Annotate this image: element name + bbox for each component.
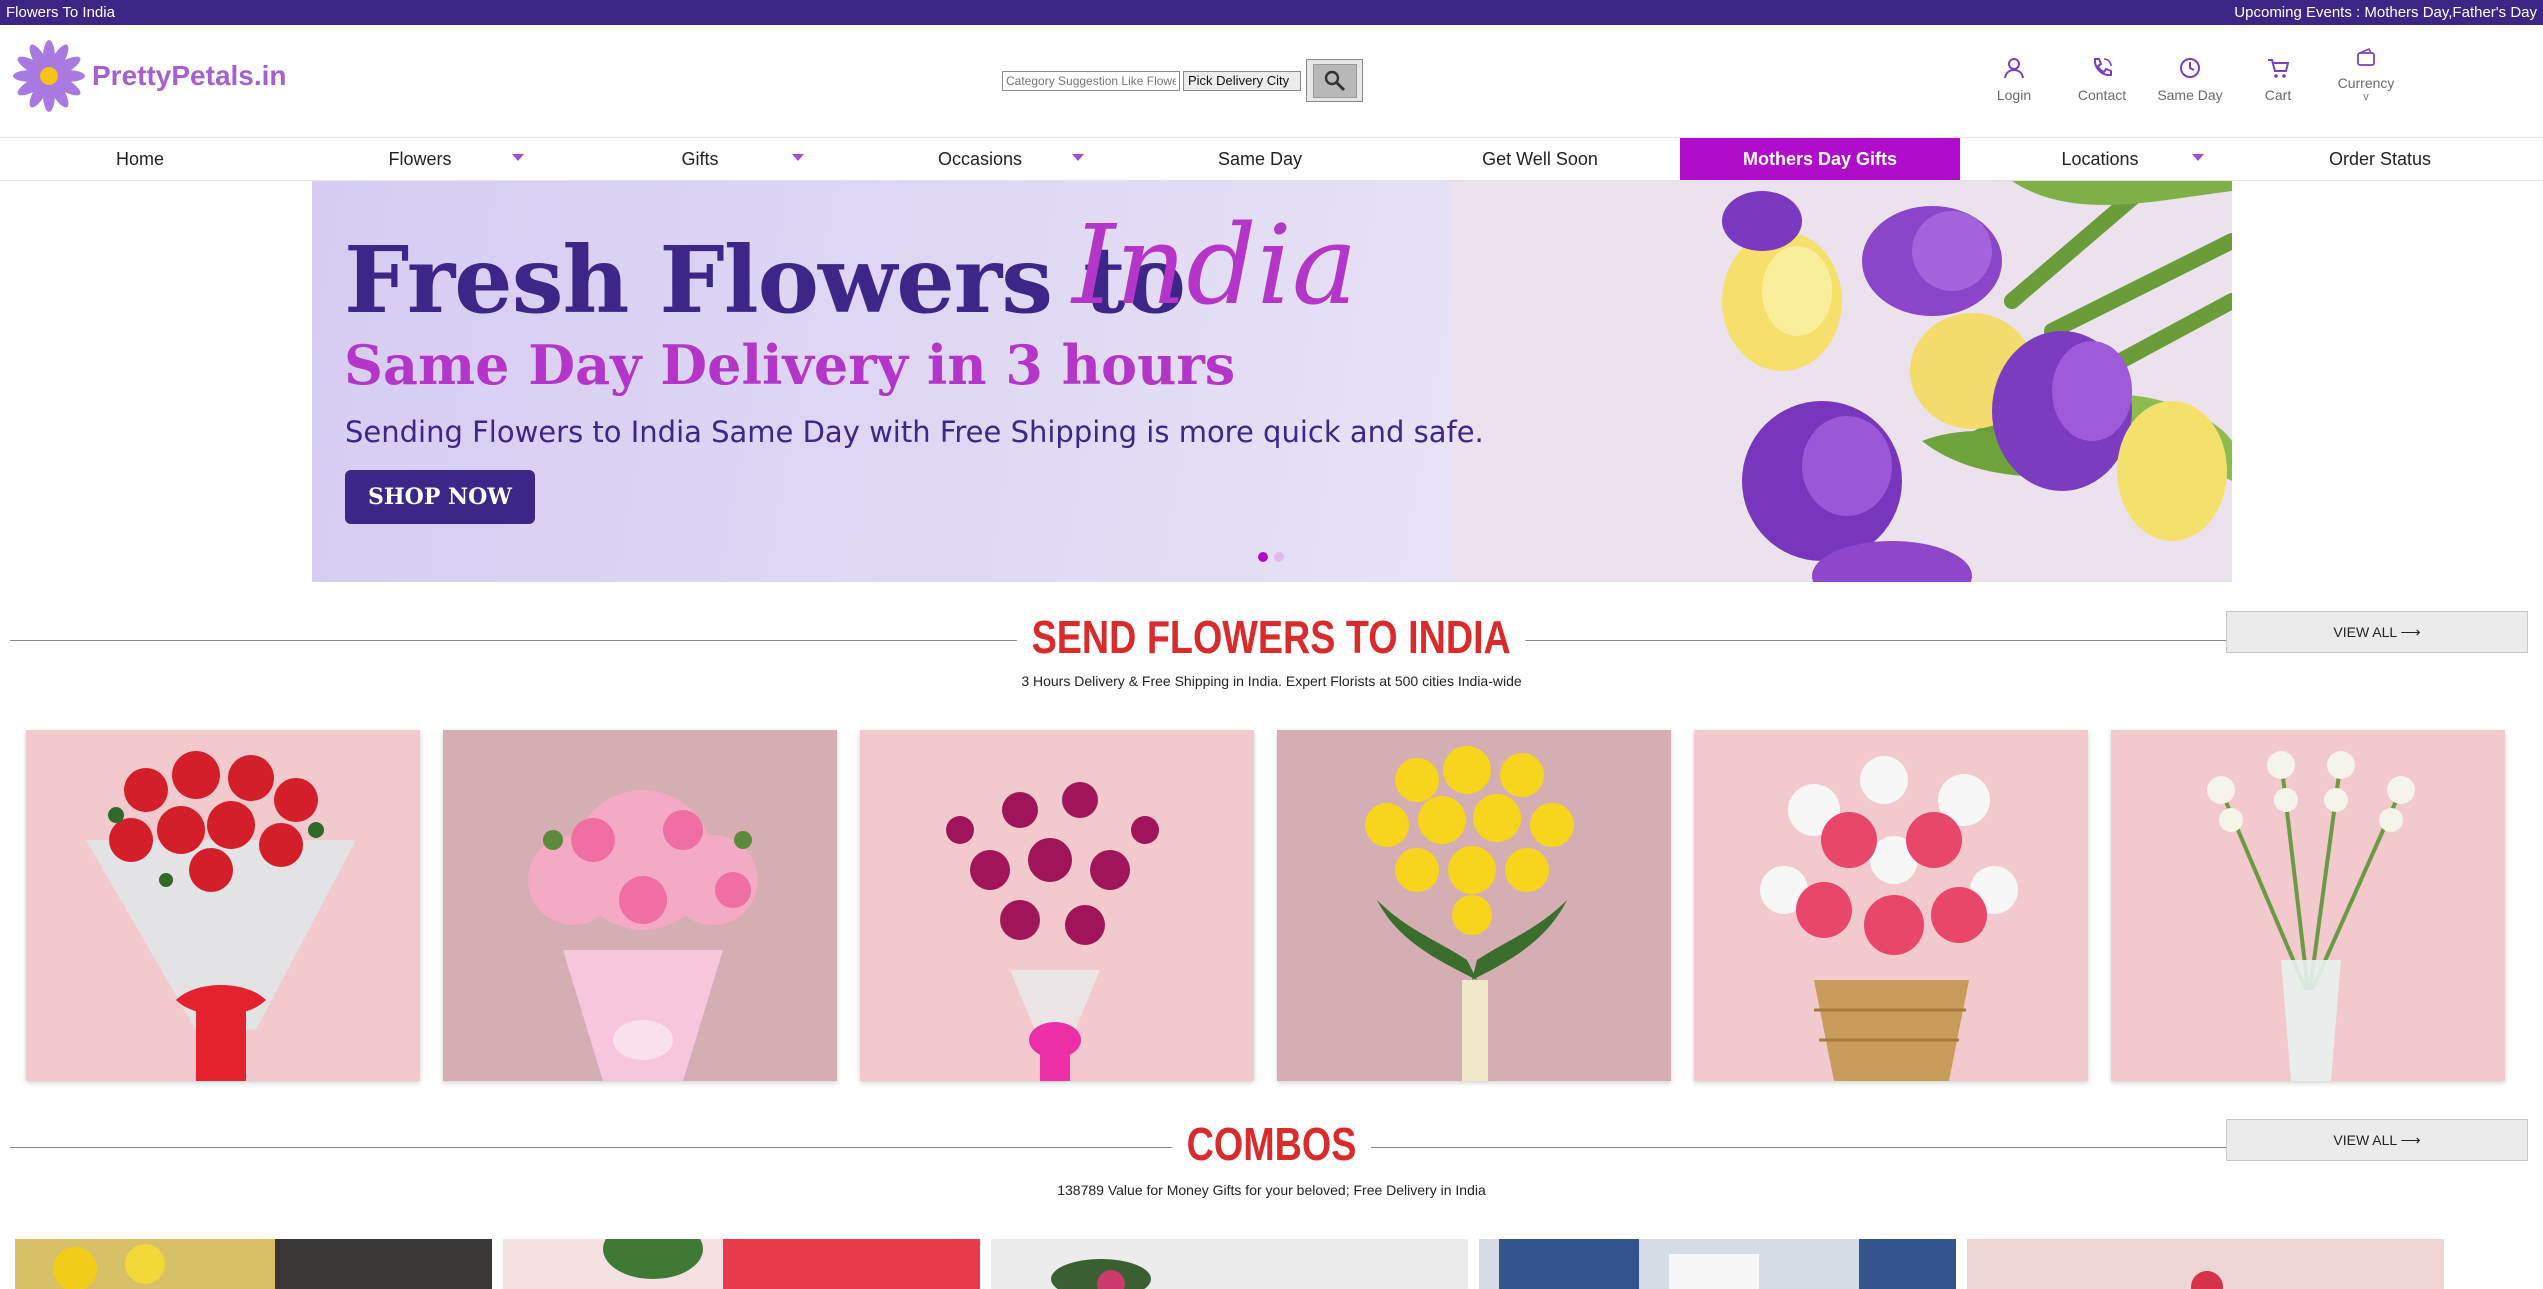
hero-title: Fresh Flowers to	[344, 226, 1186, 334]
nav-flowers[interactable]: Flowers	[280, 138, 560, 180]
hero-banner[interactable]: Fresh Flowers to India Same Day Delivery…	[312, 181, 2232, 582]
phone-icon	[2093, 58, 2112, 77]
carousel-dot-active[interactable]	[1258, 552, 1268, 562]
same-day-label: Same Day	[2157, 87, 2223, 103]
view-all-combos-button[interactable]: VIEW ALL ⟶	[2226, 1119, 2528, 1161]
search-bar: Pick Delivery City	[1002, 59, 1363, 102]
section-subtitle-combos: 138789 Value for Money Gifts for your be…	[1057, 1182, 1486, 1198]
combo-card[interactable]	[991, 1239, 1468, 1289]
hero-title-script: India	[1072, 201, 1358, 329]
product-card-red-roses[interactable]	[26, 730, 420, 1081]
hero-subtitle: Same Day Delivery in 3 hours	[344, 333, 1236, 397]
combo-card[interactable]	[15, 1239, 492, 1289]
combo-product-cards	[15, 1239, 2455, 1289]
combo-yellow-flowers-image	[15, 1239, 492, 1289]
carnation-daisy-basket-image	[1694, 730, 2088, 1081]
same-day-link[interactable]: Same Day	[2146, 47, 2234, 103]
contact-label: Contact	[2077, 87, 2127, 103]
login-link[interactable]: Login	[1970, 47, 2058, 103]
upcoming-events: Upcoming Events : Mothers Day,Father's D…	[2234, 4, 2537, 21]
cart-icon	[2268, 59, 2290, 78]
nav-occasions[interactable]: Occasions	[840, 138, 1120, 180]
combo-red-gift-image	[503, 1239, 980, 1289]
top-announcement-bar: Flowers To India Upcoming Events : Mothe…	[0, 0, 2543, 25]
nav-gifts[interactable]: Gifts	[560, 138, 840, 180]
site-logo[interactable]: PrettyPetals.in	[12, 37, 287, 115]
tulips-image	[1452, 181, 2232, 582]
combo-gift-box-image	[1479, 1239, 1956, 1289]
nav-get-well-soon[interactable]: Get Well Soon	[1400, 138, 1680, 180]
nav-mothers-day-gifts[interactable]: Mothers Day Gifts	[1680, 138, 1960, 180]
main-nav: Home Flowers Gifts Occasions Same Day Ge…	[0, 138, 2543, 181]
caret-down-icon	[792, 154, 804, 161]
site-tagline: Flowers To India	[6, 4, 115, 21]
nav-same-day[interactable]: Same Day	[1120, 138, 1400, 180]
search-button[interactable]	[1306, 59, 1363, 102]
delivery-city-select[interactable]: Pick Delivery City	[1183, 70, 1301, 91]
combo-roses-image	[991, 1239, 1468, 1289]
logo-text: PrettyPetals.in	[92, 60, 287, 91]
section-title-flowers: SEND FLOWERS TO INDIA	[0, 610, 2543, 664]
nav-gifts-label: Gifts	[681, 148, 719, 169]
login-label: Login	[1996, 87, 2032, 103]
pink-lilies-bouquet-image	[443, 730, 837, 1081]
view-all-flowers-button[interactable]: VIEW ALL ⟶	[2226, 611, 2528, 653]
nav-home-label: Home	[115, 148, 164, 169]
yellow-roses-bouquet-image	[1277, 730, 1671, 1081]
shop-now-button[interactable]: SHOP NOW	[345, 470, 535, 524]
user-icon	[2004, 58, 2024, 79]
product-card-tuberose-vase[interactable]	[2111, 730, 2505, 1081]
cart-link[interactable]: Cart	[2234, 47, 2322, 103]
flower-product-cards	[26, 730, 2528, 1081]
nav-same-day-label: Same Day	[1217, 148, 1303, 169]
caret-down-icon	[1072, 154, 1084, 161]
site-header: PrettyPetals.in Pick Delivery City Login…	[0, 25, 2543, 138]
carousel-dots	[1258, 552, 1290, 562]
contact-link[interactable]: Contact	[2058, 47, 2146, 103]
search-icon	[1324, 70, 1345, 91]
currency-selector[interactable]: Currency v	[2322, 47, 2410, 103]
chevron-down-icon: v	[2363, 91, 2369, 103]
caret-down-icon	[512, 154, 524, 161]
currency-label: Currency	[2337, 75, 2395, 91]
product-card-purple-orchids[interactable]	[860, 730, 1254, 1081]
category-search-input[interactable]	[1002, 70, 1180, 91]
red-roses-bouquet-image	[26, 730, 420, 1081]
section-title-combos: COMBOS	[0, 1117, 2543, 1171]
nav-locations-label: Locations	[2061, 148, 2139, 169]
combo-card[interactable]	[1479, 1239, 1956, 1289]
header-actions: Login Contact Same Day Cart Currency v	[1970, 47, 2410, 103]
nav-mothers-day-label: Mothers Day Gifts	[1742, 148, 1898, 169]
flower-logo-icon	[13, 40, 85, 112]
section-title-combos-text: COMBOS	[1171, 1117, 1372, 1171]
nav-get-well-soon-label: Get Well Soon	[1482, 148, 1598, 169]
product-card-carnation-daisy-basket[interactable]	[1694, 730, 2088, 1081]
combo-card[interactable]	[1967, 1239, 2444, 1289]
product-card-yellow-roses[interactable]	[1277, 730, 1671, 1081]
nav-locations[interactable]: Locations	[1960, 138, 2240, 180]
combo-carnation-image	[1967, 1239, 2444, 1289]
nav-home[interactable]: Home	[0, 138, 280, 180]
product-card-pink-lilies[interactable]	[443, 730, 837, 1081]
nav-flowers-label: Flowers	[388, 148, 452, 169]
nav-order-status[interactable]: Order Status	[2240, 138, 2520, 180]
nav-occasions-label: Occasions	[937, 148, 1023, 169]
cart-label: Cart	[2264, 87, 2292, 103]
clock-icon	[2180, 58, 2200, 78]
combo-card[interactable]	[503, 1239, 980, 1289]
wallet-icon	[2357, 47, 2375, 66]
hero-description: Sending Flowers to India Same Day with F…	[345, 415, 1484, 449]
caret-down-icon	[2192, 154, 2204, 161]
purple-orchids-bouquet-image	[860, 730, 1254, 1081]
section-title-flowers-text: SEND FLOWERS TO INDIA	[1017, 610, 1526, 664]
section-subtitle-flowers: 3 Hours Delivery & Free Shipping in Indi…	[1021, 673, 1522, 689]
nav-order-status-label: Order Status	[2328, 148, 2432, 169]
carousel-dot[interactable]	[1274, 552, 1284, 562]
tuberose-vase-image	[2111, 730, 2505, 1081]
